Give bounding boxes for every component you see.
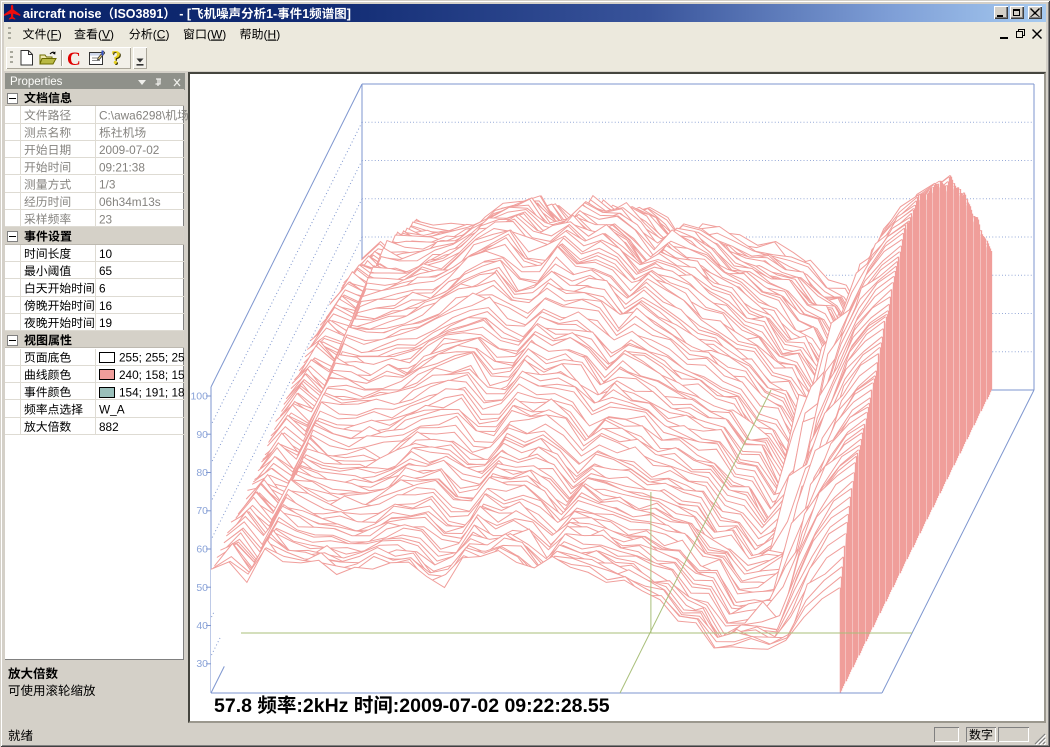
svg-text:40: 40 bbox=[196, 620, 208, 632]
svg-text:30: 30 bbox=[196, 658, 208, 670]
svg-text:90: 90 bbox=[196, 429, 208, 441]
svg-text:80: 80 bbox=[196, 467, 208, 479]
svg-text:100: 100 bbox=[190, 391, 208, 403]
svg-text:60: 60 bbox=[196, 544, 208, 556]
svg-text:50: 50 bbox=[196, 582, 208, 594]
svg-text:70: 70 bbox=[196, 505, 208, 517]
